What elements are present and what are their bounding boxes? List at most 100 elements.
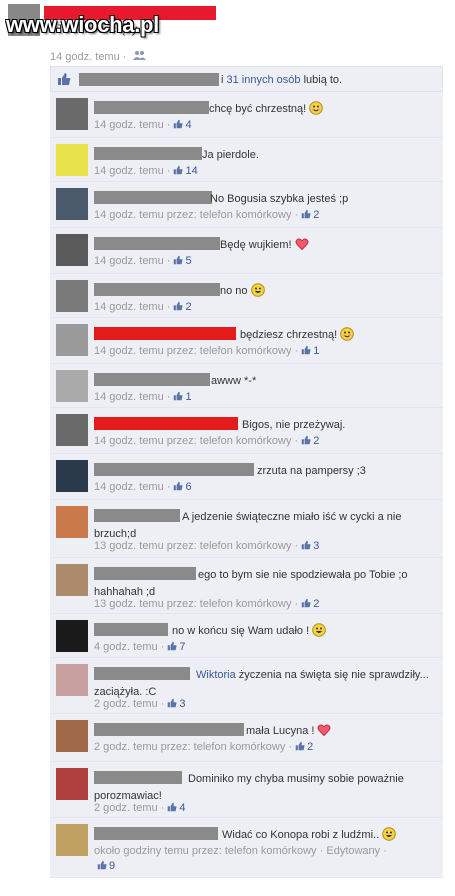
comment-time[interactable]: 14 godz. temu — [94, 165, 164, 177]
comment-time[interactable]: 14 godz. temu przez: telefon komórkowy — [94, 345, 291, 357]
comment-time[interactable]: 14 godz. temu przez: telefon komórkowy — [94, 435, 291, 447]
commenter-avatar[interactable] — [56, 824, 88, 856]
commenter-avatar[interactable] — [56, 506, 88, 538]
comment-time[interactable]: 14 godz. temu — [94, 391, 164, 403]
commenter-avatar[interactable] — [56, 370, 88, 402]
comment-meta: 14 godz. temu · 1 — [94, 391, 192, 403]
comment-like-count[interactable]: 9 — [94, 860, 115, 872]
comment-like-count[interactable]: 5 — [170, 255, 192, 267]
comment-time[interactable]: 14 godz. temu — [94, 481, 164, 493]
like-count-value: 4 — [179, 802, 186, 814]
comment-time[interactable]: 4 godz. temu — [94, 641, 158, 653]
redacted-commenter-name[interactable] — [94, 623, 168, 636]
like-thumb-icon — [301, 540, 311, 550]
redacted-commenter-name[interactable] — [94, 191, 212, 204]
comment-like-count[interactable]: 7 — [164, 641, 185, 653]
commenter-avatar[interactable] — [56, 720, 88, 752]
redacted-commenter-name[interactable] — [94, 463, 254, 476]
commenter-avatar[interactable] — [56, 280, 88, 312]
comment-time[interactable]: 14 godz. temu — [94, 255, 164, 267]
comment-meta: 14 godz. temu · 4 — [94, 119, 192, 131]
comment-text: Ja pierdole. — [202, 147, 439, 164]
post-time[interactable]: 14 godz. temu — [50, 51, 120, 63]
comment-text: Dominiko my chyba musimy sobie poważnie … — [94, 771, 439, 805]
comment-text-line: A jedzenie świąteczne miało iść w cycki … — [182, 511, 402, 523]
comment-time[interactable]: 13 godz. temu przez: telefon komórkowy — [94, 540, 291, 552]
commenter-avatar[interactable] — [56, 564, 88, 596]
comment-like-count[interactable]: 6 — [170, 481, 192, 493]
comment-time[interactable]: 14 godz. temu — [94, 301, 164, 313]
like-thumb-icon — [301, 209, 311, 219]
comment-meta: 14 godz. temu przez: telefon komórkowy ·… — [94, 435, 319, 447]
comment-item: awww *-* 14 godz. temu · 1 — [50, 364, 443, 408]
comment-like-count[interactable]: 4 — [170, 119, 192, 131]
comment-text: No Bogusia szybka jesteś ;p — [210, 191, 439, 208]
like-count-value: 5 — [185, 255, 192, 267]
mentioned-user-link[interactable]: Wiktoria — [196, 669, 236, 681]
post-meta: 14 godz. temu · — [50, 50, 146, 63]
like-thumb-icon — [97, 860, 107, 870]
commenter-avatar[interactable] — [56, 768, 88, 800]
comment-time[interactable]: 13 godz. temu przez: telefon komórkowy — [94, 598, 291, 610]
comment-text-line: życzenia na święta się nie — [238, 669, 366, 681]
comment-like-count[interactable]: 2 — [298, 598, 319, 610]
comment-like-count[interactable]: 2 — [298, 435, 319, 447]
comment-meta: 2 godz. temu · 4 — [94, 802, 185, 814]
comment-text: mała Lucyna ! — [246, 723, 439, 740]
comment-meta: 14 godz. temu · 14 — [94, 165, 198, 177]
commenter-avatar[interactable] — [56, 98, 88, 130]
comment-like-count[interactable]: 2 — [298, 209, 319, 221]
commenter-avatar[interactable] — [56, 144, 88, 176]
friends-audience-icon[interactable] — [132, 51, 146, 63]
comment-like-count[interactable]: 14 — [170, 165, 198, 177]
redacted-commenter-name[interactable] — [94, 417, 238, 430]
comment-time[interactable]: 14 godz. temu — [94, 119, 164, 131]
comment-like-count[interactable]: 4 — [164, 802, 185, 814]
redacted-commenter-name[interactable] — [94, 101, 209, 114]
like-thumb-icon — [295, 741, 305, 751]
comment-text: chcę być chrzestną! — [209, 101, 439, 118]
comment-like-count[interactable]: 2 — [170, 301, 192, 313]
commenter-avatar[interactable] — [56, 620, 88, 652]
comment-like-count[interactable]: 3 — [298, 540, 319, 552]
comment-meta: 14 godz. temu przez: telefon komórkowy ·… — [94, 209, 319, 221]
comment-time[interactable]: około godziny temu przez: telefon komórk… — [94, 845, 317, 857]
redacted-commenter-name[interactable] — [94, 283, 220, 296]
commenter-avatar[interactable] — [56, 664, 88, 696]
commenter-avatar[interactable] — [56, 188, 88, 220]
redacted-commenter-name[interactable] — [94, 827, 218, 840]
comment-item: zrzuta na pampersy ;3 14 godz. temu · 6 — [50, 454, 443, 500]
comment-time[interactable]: 14 godz. temu przez: telefon komórkowy — [94, 209, 291, 221]
like-count-value: 3 — [179, 698, 186, 710]
commenter-avatar[interactable] — [56, 460, 88, 492]
comment-item: no no 14 godz. temu · 2 — [50, 274, 443, 318]
comment-like-count[interactable]: 1 — [298, 345, 319, 357]
comment-meta: 13 godz. temu przez: telefon komórkowy ·… — [94, 540, 319, 552]
comment-time[interactable]: 2 godz. temu — [94, 698, 158, 710]
like-count-value: 2 — [307, 741, 314, 753]
like-count-value: 2 — [313, 435, 320, 447]
comment-meta: 4 godz. temu · 7 — [94, 641, 185, 653]
redacted-commenter-name[interactable] — [94, 373, 210, 386]
commenter-avatar[interactable] — [56, 414, 88, 446]
comment-meta: 14 godz. temu przez: telefon komórkowy ·… — [94, 345, 319, 357]
comment-time[interactable]: 2 godz. temu — [94, 802, 158, 814]
likes-count-link[interactable]: 31 innych osób — [227, 74, 301, 86]
comment-text: no w końcu się Wam udało ! — [172, 623, 439, 640]
redacted-commenter-name[interactable] — [94, 327, 236, 340]
redacted-commenter-name[interactable] — [94, 237, 220, 250]
commenter-avatar[interactable] — [56, 324, 88, 356]
redacted-commenter-name[interactable] — [94, 147, 202, 160]
comment-time[interactable]: 2 godz. temu przez: telefon komórkowy — [94, 741, 285, 753]
comment-like-count[interactable]: 2 — [292, 741, 313, 753]
comment-like-count[interactable]: 1 — [170, 391, 192, 403]
comment-text: A jedzenie świąteczne miało iść w cycki … — [94, 509, 439, 543]
comment-meta: 2 godz. temu · 3 — [94, 698, 185, 710]
commenter-avatar[interactable] — [56, 234, 88, 266]
redacted-commenter-name[interactable] — [94, 723, 244, 736]
comment-meta: 14 godz. temu · 5 — [94, 255, 192, 267]
comment-like-count[interactable]: 3 — [164, 698, 185, 710]
like-count-value: 2 — [313, 209, 320, 221]
comment-text-line: będziesz chrzestną! — [240, 329, 338, 341]
like-thumb-icon — [301, 598, 311, 608]
